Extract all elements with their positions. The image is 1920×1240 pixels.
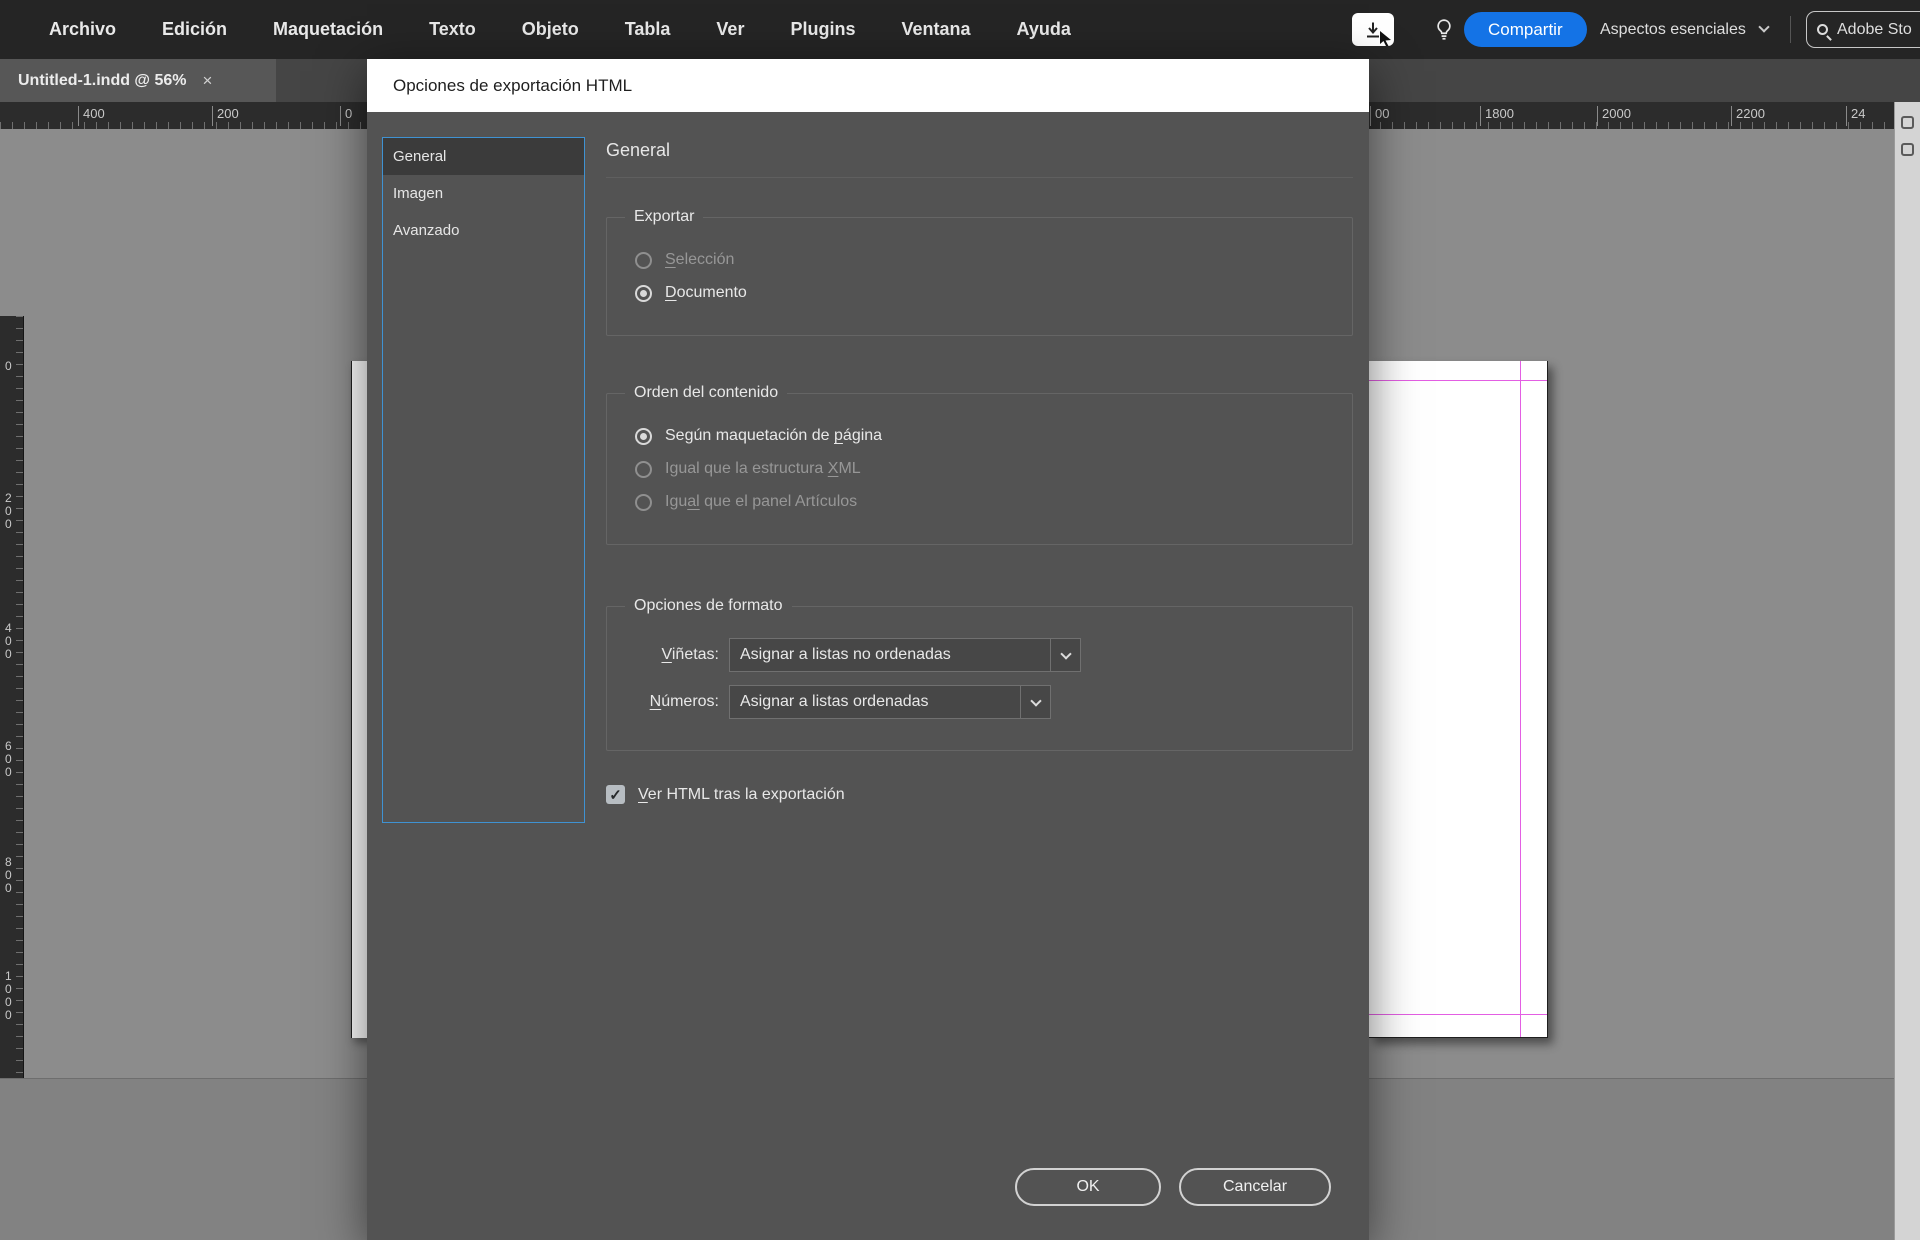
menu-ver[interactable]: Ver — [693, 19, 767, 40]
publish-icon[interactable] — [1352, 13, 1394, 46]
nav-item-imagen[interactable]: Imagen — [383, 175, 584, 212]
radio-icon — [635, 493, 652, 511]
nav-item-avanzado[interactable]: Avanzado — [383, 212, 584, 249]
share-label: Compartir — [1488, 19, 1563, 39]
radio-label: Igual que el panel Artículos — [665, 493, 858, 510]
ruler-number: 800 — [5, 855, 12, 895]
menu-ventana[interactable]: Ventana — [878, 19, 993, 40]
chevron-down-icon[interactable] — [1020, 686, 1050, 718]
menu-tabla[interactable]: Tabla — [602, 19, 694, 40]
html-export-options-dialog: Opciones de exportación HTML General Ima… — [367, 59, 1369, 1240]
search-placeholder: Adobe Sto — [1837, 20, 1912, 38]
bullets-label: Viñetas: — [661, 646, 719, 663]
format-options-legend: Opciones de formato — [634, 597, 783, 614]
ruler-number: 00 — [1370, 106, 1389, 126]
menu-bar: Archivo Edición Maquetación Texto Objeto… — [0, 0, 1920, 59]
lightbulb-icon[interactable] — [1428, 13, 1460, 46]
ruler-number: 200 — [212, 106, 239, 126]
radio-label: Selección — [665, 251, 735, 268]
dialog-body: General Imagen Avanzado General Exportar… — [367, 112, 1369, 1240]
share-button[interactable]: Compartir — [1464, 12, 1587, 47]
radio-selected-icon — [635, 427, 652, 445]
dialog-button-row: OK Cancelar — [1015, 1168, 1331, 1206]
ok-button[interactable]: OK — [1015, 1168, 1161, 1206]
menubar-divider — [1790, 16, 1791, 43]
numbers-dropdown-value: Asignar a listas ordenadas — [740, 693, 929, 710]
ruler-number: 1800 — [1480, 106, 1514, 126]
ruler-number: 0 — [340, 106, 352, 126]
export-group: Exportar Selección Documento — [606, 208, 1353, 336]
ruler-number: 24 — [1846, 106, 1865, 126]
search-icon — [1817, 24, 1828, 35]
radio-selected-icon — [635, 284, 652, 302]
radio-seleccion[interactable]: Selección — [607, 251, 1352, 269]
format-options-group: Opciones de formato Viñetas: Asignar a l… — [606, 597, 1353, 751]
panel-dock — [1894, 102, 1920, 1240]
menu-objeto[interactable]: Objeto — [499, 19, 602, 40]
menu-plugins[interactable]: Plugins — [767, 19, 878, 40]
export-group-legend: Exportar — [634, 208, 695, 225]
document-tab-title: Untitled-1.indd @ 56% — [18, 71, 187, 89]
dialog-title: Opciones de exportación HTML — [367, 59, 1369, 112]
mouse-cursor-icon — [1380, 31, 1391, 46]
checkbox-label: Ver HTML tras la exportación — [638, 785, 845, 803]
bullets-dropdown[interactable]: Asignar a listas no ordenadas — [729, 638, 1081, 672]
margin-guide-bottom — [1369, 1014, 1547, 1015]
radio-segun-maquetacion[interactable]: Según maquetación de página — [607, 427, 1352, 445]
menu-edicion[interactable]: Edición — [139, 19, 250, 40]
view-html-checkbox[interactable]: Ver HTML tras la exportación — [606, 785, 1353, 804]
dock-icon[interactable] — [1901, 116, 1914, 129]
ruler-number: 0 — [5, 359, 12, 373]
content-order-group: Orden del contenido Según maquetación de… — [606, 384, 1353, 545]
radio-label: Según maquetación de página — [665, 427, 883, 444]
radio-icon — [635, 251, 652, 269]
dock-icon[interactable] — [1901, 143, 1914, 156]
menu-archivo[interactable]: Archivo — [26, 19, 139, 40]
radio-label: Documento — [665, 284, 747, 301]
radio-label: Igual que la estructura XML — [665, 460, 861, 477]
dialog-content: General Exportar Selección Documento Ord… — [606, 140, 1353, 804]
section-heading: General — [606, 140, 671, 160]
checkbox-checked-icon — [606, 785, 625, 804]
ruler-number: 200 — [5, 491, 12, 531]
radio-panel-articulos[interactable]: Igual que el panel Artículos — [607, 493, 1352, 511]
vertical-ruler: 0 200 400 600 800 1000 — [0, 316, 24, 1078]
ruler-number: 400 — [5, 621, 12, 661]
document-tab[interactable]: Untitled-1.indd @ 56% × — [0, 59, 276, 102]
stock-search-field[interactable]: Adobe Sto — [1806, 11, 1920, 48]
bullets-row: Viñetas: Asignar a listas no ordenadas — [607, 638, 1352, 672]
radio-icon — [635, 460, 652, 478]
cancel-button[interactable]: Cancelar — [1179, 1168, 1331, 1206]
heading-divider — [606, 177, 1353, 178]
chevron-down-icon — [1758, 21, 1770, 33]
numbers-dropdown[interactable]: Asignar a listas ordenadas — [729, 685, 1051, 719]
tab-close-icon[interactable]: × — [203, 71, 213, 91]
ruler-number: 600 — [5, 739, 12, 779]
ruler-number: 1000 — [5, 969, 12, 1022]
menu-ayuda[interactable]: Ayuda — [994, 19, 1094, 40]
margin-guide-vertical — [1520, 361, 1521, 1037]
content-order-legend: Orden del contenido — [634, 384, 779, 401]
numbers-label: Números: — [649, 693, 719, 710]
margin-guide-top — [1369, 380, 1547, 381]
nav-item-general[interactable]: General — [383, 138, 584, 175]
dialog-nav-list: General Imagen Avanzado — [382, 137, 585, 823]
workspace-switcher[interactable]: Aspectos esenciales — [1600, 0, 1770, 59]
menu-maquetacion[interactable]: Maquetación — [250, 19, 406, 40]
indesign-app: Archivo Edición Maquetación Texto Objeto… — [0, 0, 1920, 1240]
ruler-number: 2200 — [1731, 106, 1765, 126]
main-menu: Archivo Edición Maquetación Texto Objeto… — [26, 0, 1094, 59]
ruler-number: 2000 — [1597, 106, 1631, 126]
menu-texto[interactable]: Texto — [406, 19, 499, 40]
bullets-dropdown-value: Asignar a listas no ordenadas — [740, 646, 951, 663]
numbers-row: Números: Asignar a listas ordenadas — [607, 685, 1352, 719]
radio-estructura-xml[interactable]: Igual que la estructura XML — [607, 460, 1352, 478]
workspace-label: Aspectos esenciales — [1600, 20, 1746, 38]
radio-documento[interactable]: Documento — [607, 284, 1352, 302]
document-page-right — [1369, 361, 1548, 1038]
chevron-down-icon[interactable] — [1050, 639, 1080, 671]
ruler-number: 400 — [78, 106, 105, 126]
